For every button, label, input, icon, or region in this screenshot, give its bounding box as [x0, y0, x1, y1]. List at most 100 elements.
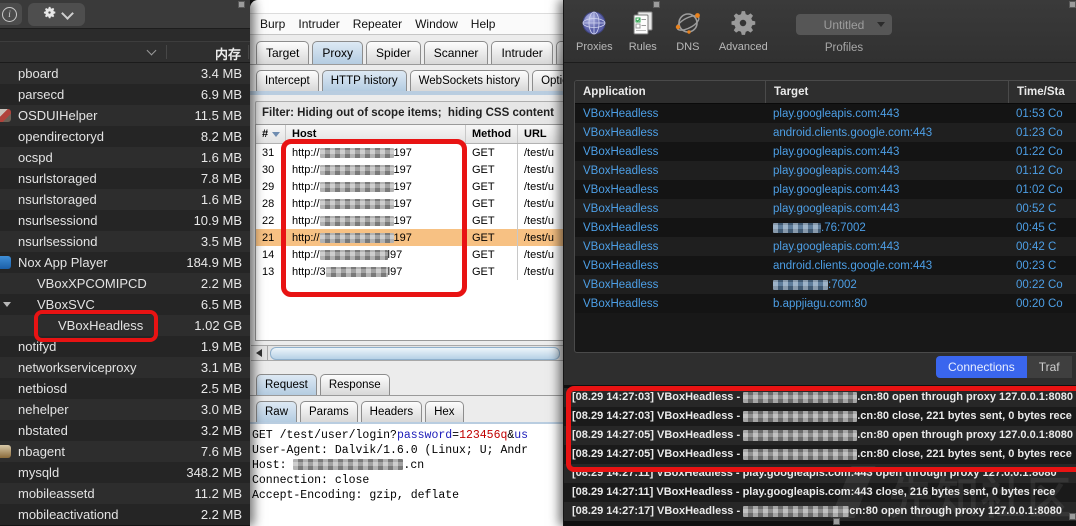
http-history-row[interactable]: 31http://197GET/test/u — [256, 144, 568, 161]
memory-column-header[interactable]: 内存 — [215, 44, 241, 63]
process-row[interactable]: mobileactivationd2.2 MB — [0, 504, 250, 525]
process-row[interactable]: VBoxSVC6.5 MB — [0, 294, 250, 315]
process-memory: 2.5 MB — [201, 381, 242, 396]
settings-dropdown-button[interactable] — [28, 3, 85, 26]
connection-row[interactable]: VBoxHeadlessb.appjiagu.com:8000:20 Co — [575, 294, 1076, 313]
column-header-number[interactable]: # — [256, 125, 286, 143]
http-history-row[interactable]: 28http://197GET/test/u — [256, 195, 568, 212]
subtab-websockets-history[interactable]: WebSockets history — [410, 70, 529, 91]
http-history-row[interactable]: 30http://197GET/test/u — [256, 161, 568, 178]
disclosure-triangle-icon[interactable] — [3, 302, 11, 307]
column-header-application[interactable]: Application — [575, 81, 765, 103]
window-resize-handle[interactable] — [653, 1, 660, 8]
column-header-host[interactable]: Host — [286, 125, 466, 143]
process-row[interactable]: opendirectoryd8.2 MB — [0, 126, 250, 147]
connection-row[interactable]: VBoxHeadlessplay.googleapis.com:44301:22… — [575, 142, 1076, 161]
connection-row[interactable]: VBoxHeadlessplay.googleapis.com:44300:52… — [575, 199, 1076, 218]
info-button[interactable]: i — [0, 3, 22, 25]
process-row[interactable]: nsurlstoraged7.8 MB — [0, 168, 250, 189]
process-row[interactable]: Nox App Player184.9 MB — [0, 252, 250, 273]
profiles-dropdown-value: Untitled — [824, 18, 865, 32]
connection-row[interactable]: VBoxHeadlessplay.googleapis.com:44301:12… — [575, 161, 1076, 180]
process-row[interactable]: notifyd1.9 MB — [0, 336, 250, 357]
process-row[interactable]: pboard3.4 MB — [0, 63, 250, 84]
window-resize-handle[interactable] — [238, 1, 245, 8]
http-history-row[interactable]: 14http://l97GET/test/u — [256, 246, 568, 263]
subtab-http-history[interactable]: HTTP history — [322, 70, 407, 91]
tab-proxy[interactable]: Proxy — [312, 41, 363, 64]
menu-item-repeater[interactable]: Repeater — [353, 17, 402, 31]
scroll-left-arrow-icon[interactable] — [251, 346, 268, 360]
subtab-intercept[interactable]: Intercept — [256, 70, 319, 91]
filter-bar[interactable]: Filter: Hiding out of scope items; hidin… — [255, 101, 565, 125]
process-row[interactable]: nsurlstoraged1.6 MB — [0, 189, 250, 210]
cell-application: VBoxHeadless — [575, 199, 765, 218]
process-row[interactable]: nsurlsessiond10.9 MB — [0, 210, 250, 231]
process-row[interactable]: OSDUIHelper11.5 MB — [0, 105, 250, 126]
connection-row[interactable]: VBoxHeadlessplay.googleapis.com:44301:02… — [575, 180, 1076, 199]
process-row[interactable]: nehelper3.0 MB — [0, 399, 250, 420]
tab-params[interactable]: Params — [300, 401, 358, 422]
menu-item-help[interactable]: Help — [471, 17, 496, 31]
tab-traf[interactable]: Traf — [1027, 356, 1072, 378]
tab-connections[interactable]: Connections — [936, 356, 1027, 378]
tab-intruder[interactable]: Intruder — [491, 41, 552, 64]
toolbar-button-dns[interactable]: DNS — [673, 0, 703, 62]
connection-row[interactable]: VBoxHeadlessandroid.clients.google.com:4… — [575, 123, 1076, 142]
http-history-row[interactable]: 21http://197GET/test/u — [256, 229, 568, 246]
menu-item-burp[interactable]: Burp — [260, 17, 285, 31]
connection-row[interactable]: VBoxHeadlessandroid.clients.google.com:4… — [575, 256, 1076, 275]
tab-hex[interactable]: Hex — [425, 401, 463, 422]
column-header-url[interactable]: URL — [518, 125, 568, 143]
info-icon: i — [2, 7, 17, 22]
process-row[interactable]: netbiosd2.5 MB — [0, 378, 250, 399]
column-header-time-status[interactable]: Time/Sta — [1008, 81, 1076, 103]
process-row[interactable]: VBoxXPCOMIPCD2.2 MB — [0, 273, 250, 294]
tab-headers[interactable]: Headers — [361, 401, 422, 422]
tab-raw[interactable]: Raw — [256, 401, 297, 422]
http-history-row[interactable]: 13http://3l97GET/test/u — [256, 263, 568, 280]
connection-row[interactable]: VBoxHeadless:700200:22 Co — [575, 275, 1076, 294]
tab-response[interactable]: Response — [320, 374, 390, 395]
process-row[interactable]: mysqld348.2 MB — [0, 462, 250, 483]
request-text: Host: — [252, 459, 293, 472]
process-row[interactable]: mobileassetd11.2 MB — [0, 483, 250, 504]
cell-time-status: 00:22 Co — [1008, 275, 1076, 294]
process-name: nsurlsessiond — [18, 234, 201, 249]
menu-item-intruder[interactable]: Intruder — [298, 17, 339, 31]
http-history-row[interactable]: 22http://197GET/test/u — [256, 212, 568, 229]
profiles-dropdown[interactable]: Untitled — [796, 14, 892, 35]
scrollbar-track[interactable] — [268, 346, 569, 360]
toolbar-button-proxies[interactable]: Proxies — [576, 0, 613, 62]
horizontal-scrollbar[interactable] — [251, 345, 569, 361]
window-resize-handle[interactable] — [1069, 1, 1076, 8]
sort-chevron-icon[interactable] — [147, 46, 157, 56]
tab-scanner[interactable]: Scanner — [424, 41, 489, 64]
process-row[interactable]: nbstated3.2 MB — [0, 420, 250, 441]
connection-row[interactable]: VBoxHeadlessplay.googleapis.com:44300:42… — [575, 237, 1076, 256]
column-header-target[interactable]: Target — [765, 81, 1008, 103]
connection-row[interactable]: VBoxHeadlessplay.googleapis.com:44301:53… — [575, 104, 1076, 123]
tab-request[interactable]: Request — [256, 374, 317, 395]
window-resize-handle[interactable] — [1069, 513, 1076, 520]
http-history-row[interactable]: 29http://197GET/test/u — [256, 178, 568, 195]
tab-target[interactable]: Target — [256, 41, 309, 64]
process-row[interactable]: networkserviceproxy3.1 MB — [0, 357, 250, 378]
tab-spider[interactable]: Spider — [366, 41, 421, 64]
redacted-blur — [320, 233, 394, 243]
scrollbar-thumb[interactable] — [270, 347, 560, 360]
window-resize-handle[interactable] — [833, 518, 840, 525]
connection-row[interactable]: VBoxHeadless.76:700200:45 C — [575, 218, 1076, 237]
process-row[interactable]: VBoxHeadless1.02 GB — [0, 315, 250, 336]
process-row[interactable]: nsurlsessiond3.5 MB — [0, 231, 250, 252]
process-row[interactable]: ocspd1.6 MB — [0, 147, 250, 168]
menu-item-window[interactable]: Window — [415, 17, 458, 31]
column-header-method[interactable]: Method — [466, 125, 518, 143]
toolbar-button-advanced[interactable]: Advanced — [719, 0, 768, 62]
log-panel[interactable]: [08.29 14:27:03] VBoxHeadless - .cn:80 o… — [564, 385, 1076, 526]
toolbar-button-rules[interactable]: Rules — [629, 0, 657, 62]
process-row[interactable]: nbagent7.6 MB — [0, 441, 250, 462]
request-editor[interactable]: GET /test/user/login?password=123456q&us… — [250, 424, 570, 526]
cell-url: /test/u — [518, 263, 568, 280]
process-row[interactable]: parsecd6.9 MB — [0, 84, 250, 105]
